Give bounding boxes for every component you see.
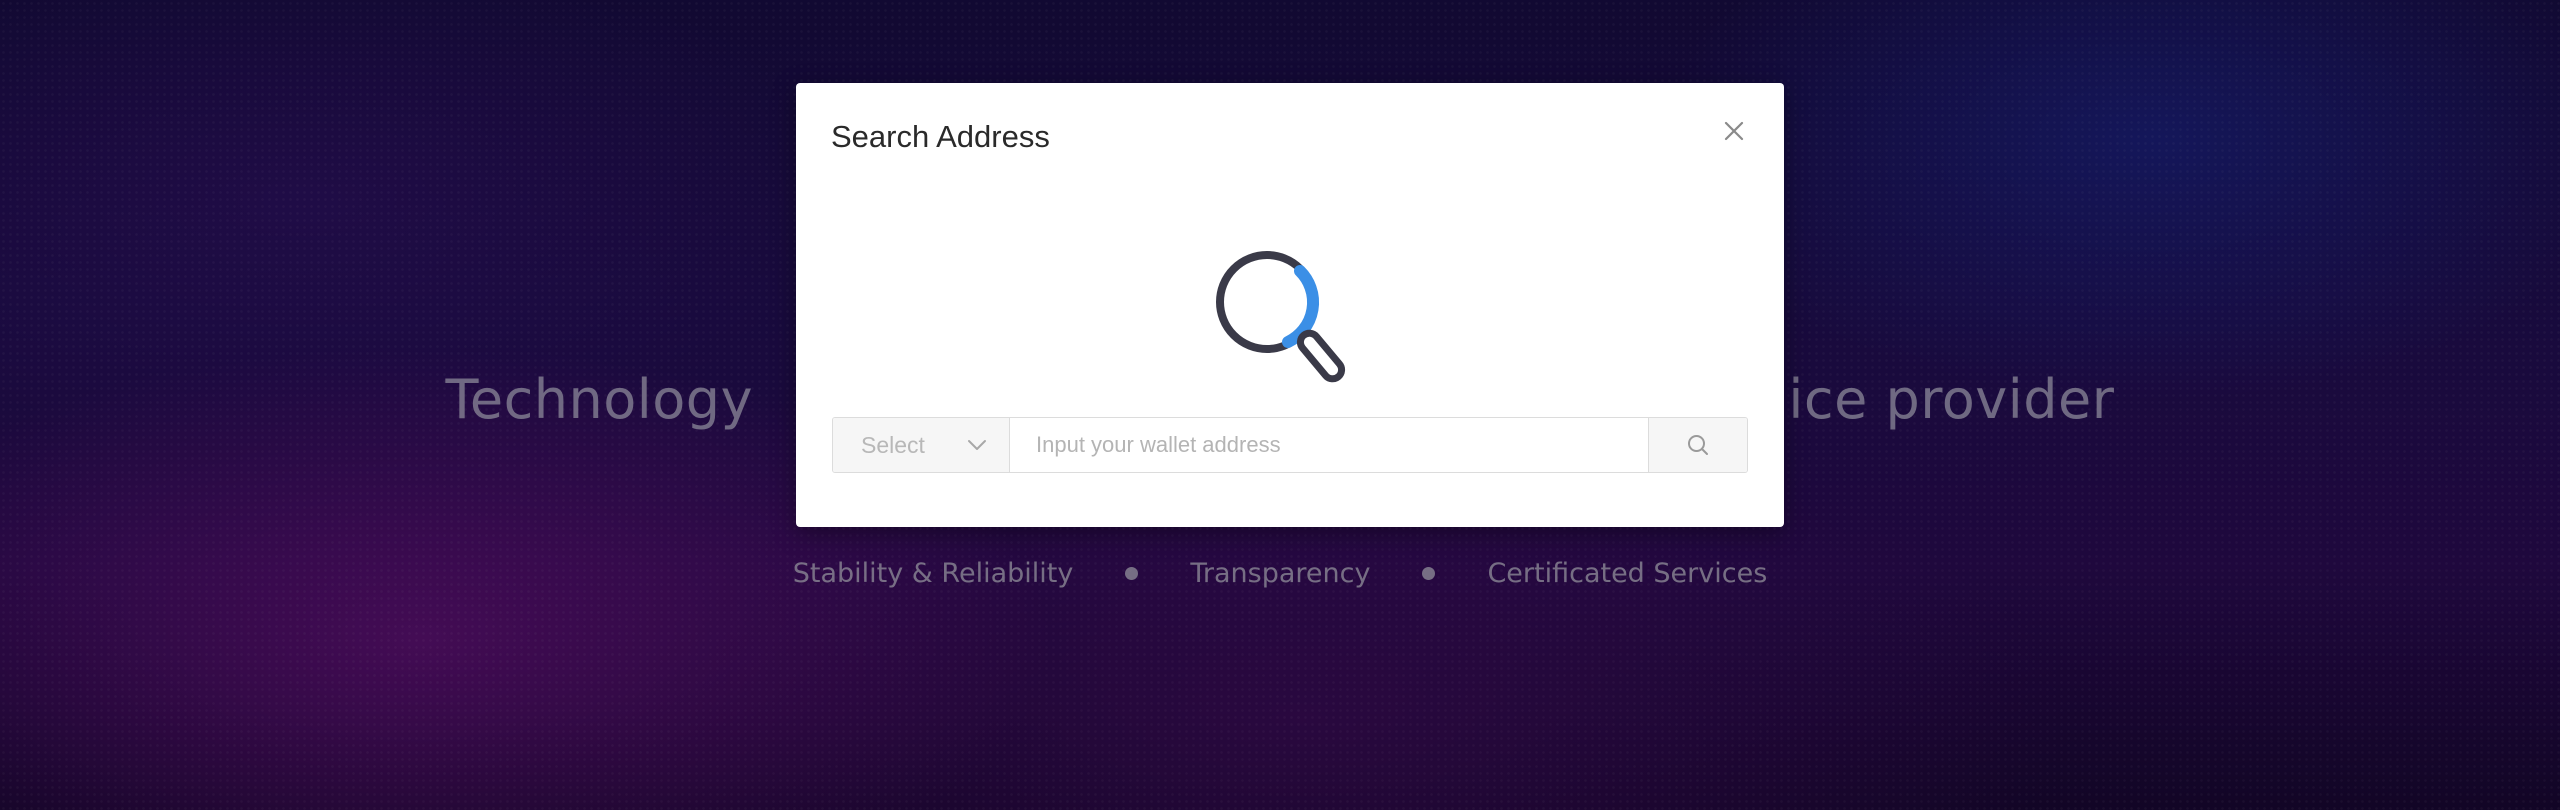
modal-title: Search Address	[831, 119, 1050, 154]
wallet-address-input[interactable]	[1010, 418, 1648, 472]
chevron-down-icon	[968, 440, 986, 450]
search-address-modal: Search Address Select	[796, 83, 1784, 527]
address-search-bar: Select	[832, 417, 1748, 473]
chain-select-label: Select	[861, 431, 925, 458]
magnifier-icon	[1214, 249, 1364, 399]
close-icon[interactable]	[1720, 117, 1748, 145]
chain-select[interactable]: Select	[833, 418, 1010, 472]
search-button[interactable]	[1648, 418, 1747, 472]
search-icon	[1688, 435, 1708, 455]
